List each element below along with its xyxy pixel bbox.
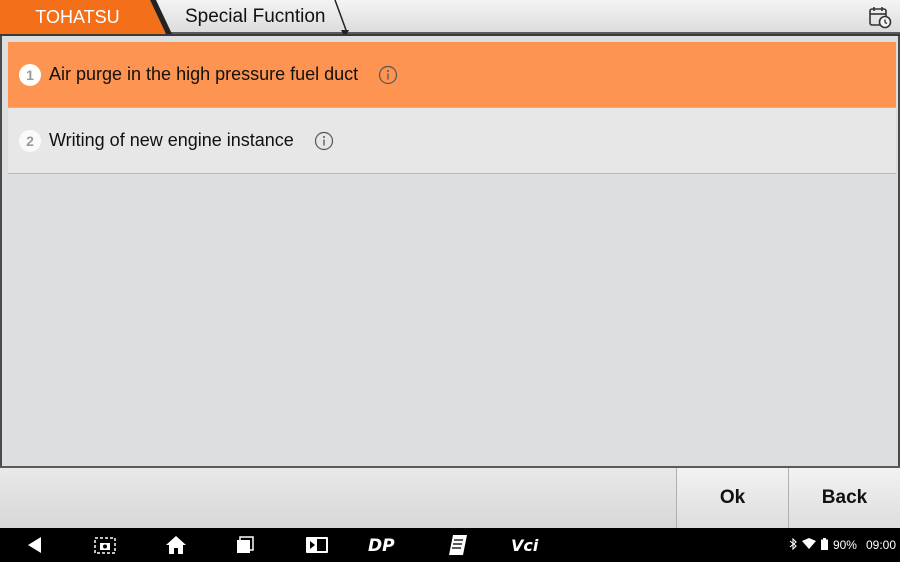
vci-label: Vci — [511, 536, 539, 555]
vci-icon[interactable]: Vci — [510, 528, 546, 562]
back-button[interactable]: Back — [788, 468, 900, 528]
info-icon[interactable] — [314, 131, 334, 151]
notes-icon[interactable] — [446, 528, 470, 562]
back-icon[interactable] — [24, 528, 46, 562]
info-icon[interactable] — [378, 65, 398, 85]
battery-icon — [820, 537, 828, 553]
app-window: TOHATSU Special Fucntion 1 Air purge in … — [0, 0, 900, 562]
bluetooth-icon — [789, 537, 797, 553]
list-item[interactable]: 1 Air purge in the high pressure fuel du… — [8, 42, 896, 108]
item-label: Writing of new engine instance — [49, 130, 294, 150]
ok-button[interactable]: Ok — [676, 468, 788, 528]
wifi-icon — [801, 538, 816, 552]
main-panel: 1 Air purge in the high pressure fuel du… — [0, 36, 900, 466]
header-bar: TOHATSU Special Fucntion — [0, 0, 900, 34]
brand-tab-label: TOHATSU — [35, 7, 120, 27]
dp-label: DP — [368, 536, 395, 554]
clock: 09:00 — [865, 538, 896, 552]
item-label: Air purge in the high pressure fuel duct — [49, 64, 359, 84]
action-bar: Ok Back — [0, 466, 900, 528]
status-area: 90% 09:00 — [789, 528, 896, 562]
list-item[interactable]: 2 Writing of new engine instance — [8, 108, 896, 174]
item-number: 2 — [19, 129, 41, 152]
tab-brand[interactable]: TOHATSU — [0, 0, 172, 34]
system-nav-bar: DP Vci 90% 09:00 — [0, 528, 900, 562]
battery-percent: 90% — [832, 538, 857, 552]
dp-icon[interactable]: DP — [366, 528, 406, 562]
tab-special-function[interactable]: Special Fucntion — [150, 0, 355, 34]
screenshot-icon[interactable] — [92, 528, 118, 562]
home-icon[interactable] — [164, 528, 188, 562]
function-list: 1 Air purge in the high pressure fuel du… — [8, 42, 896, 174]
page-tab-label: Special Fucntion — [185, 6, 326, 27]
vci-manager-icon[interactable] — [304, 528, 330, 562]
item-number: 1 — [19, 63, 41, 86]
calendar-clock-icon[interactable] — [866, 3, 894, 31]
recents-icon[interactable] — [234, 528, 256, 562]
